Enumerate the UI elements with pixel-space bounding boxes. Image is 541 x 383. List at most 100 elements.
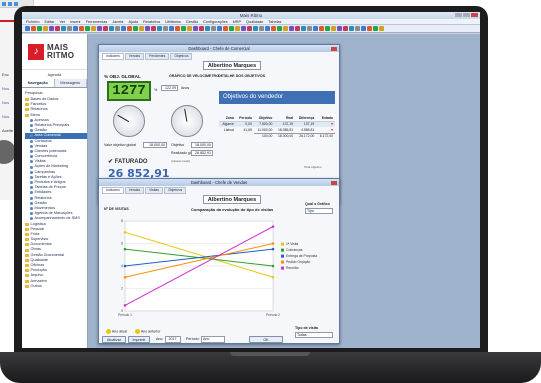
panel2-refresh-button[interactable]: Atualizar	[102, 336, 126, 343]
toolbar-tool-icon[interactable]	[79, 26, 84, 31]
toolbar-tool-icon[interactable]	[139, 26, 144, 31]
toolbar-tool-icon[interactable]	[85, 26, 90, 31]
menu-item[interactable]: Janela	[112, 20, 123, 24]
menu-item[interactable]: Inserir	[70, 20, 81, 24]
panel2-period-select[interactable]: Ano	[201, 336, 225, 343]
toolbar-tool-icon[interactable]	[127, 26, 132, 31]
toolbar-tool-icon[interactable]	[253, 26, 258, 31]
toolbar-tool-icon[interactable]	[193, 26, 198, 31]
panel-tab[interactable]: Visitas	[145, 187, 164, 194]
panel2-close-button[interactable]	[331, 180, 337, 185]
panel-tab[interactable]: Objetivos	[164, 187, 187, 194]
menu-item[interactable]: Ajuda	[128, 20, 138, 24]
toolbar-tool-icon[interactable]	[55, 26, 60, 31]
toolbar-tool-icon[interactable]	[271, 26, 276, 31]
menu-item[interactable]: MRP	[233, 20, 241, 24]
toolbar-tool-icon[interactable]	[379, 26, 384, 31]
panel2-print-button[interactable]: Imprimir	[128, 336, 150, 343]
toolbar-tool-icon[interactable]	[301, 26, 306, 31]
panel-tab[interactable]: Pendentes	[145, 53, 170, 60]
toolbar-tool-icon[interactable]	[157, 26, 162, 31]
toolbar-tool-icon[interactable]	[67, 26, 72, 31]
menu-item[interactable]: Relatórios	[143, 20, 160, 24]
toolbar-tool-icon[interactable]	[235, 26, 240, 31]
toolbar-tool-icon[interactable]	[313, 26, 318, 31]
panel2-ok-button[interactable]: OK	[249, 336, 283, 343]
toolbar-tool-icon[interactable]	[259, 26, 264, 31]
menu-item[interactable]: Qualidade	[246, 20, 263, 24]
nav-tree-item-label: Outros	[30, 283, 42, 288]
toolbar-tool-icon[interactable]	[277, 26, 282, 31]
toolbar-tool-icon[interactable]	[91, 26, 96, 31]
toolbar-tool-icon[interactable]	[43, 26, 48, 31]
panel2-year-select[interactable]: 2017	[165, 336, 181, 343]
toolbar-tool-icon[interactable]	[331, 26, 336, 31]
menu-item[interactable]: Ferramentas	[86, 20, 108, 24]
panel-tab[interactable]: Indicares	[102, 53, 124, 60]
close-button[interactable]	[471, 13, 478, 17]
toolbar-tool-icon[interactable]	[325, 26, 330, 31]
menu-item[interactable]: Tabelas	[268, 20, 281, 24]
toolbar-tool-icon[interactable]	[319, 26, 324, 31]
toolbar-tool-icon[interactable]	[307, 26, 312, 31]
toolbar-tool-icon[interactable]	[241, 26, 246, 31]
toolbar-tool-icon[interactable]	[115, 26, 120, 31]
menu-item[interactable]: Configurações	[203, 20, 227, 24]
toolbar-tool-icon[interactable]	[289, 26, 294, 31]
toolbar-tool-icon[interactable]	[205, 26, 210, 31]
toolbar-tool-icon[interactable]	[187, 26, 192, 31]
toolbar-tool-icon[interactable]	[133, 26, 138, 31]
toolbar-tool-icon[interactable]	[169, 26, 174, 31]
year-value-field[interactable]: 122,09	[161, 85, 178, 91]
toolbar-tool-icon[interactable]	[223, 26, 228, 31]
toolbar-tool-icon[interactable]	[37, 26, 42, 31]
toolbar-tool-icon[interactable]	[217, 26, 222, 31]
toolbar-tool-icon[interactable]	[31, 26, 36, 31]
toolbar-tool-icon[interactable]	[343, 26, 348, 31]
toolbar-tool-icon[interactable]	[229, 26, 234, 31]
toolbar-tool-icon[interactable]	[73, 26, 78, 31]
toolbar-tool-icon[interactable]	[337, 26, 342, 31]
panel1-close-button[interactable]	[331, 46, 337, 51]
toolbar-tool-icon[interactable]	[265, 26, 270, 31]
toolbar-tool-icon[interactable]	[349, 26, 354, 31]
panel-tab[interactable]: Indicares	[102, 187, 124, 194]
toolbar-tool-icon[interactable]	[175, 26, 180, 31]
panel-tab[interactable]: Vendas	[124, 187, 145, 194]
toolbar-tool-icon[interactable]	[151, 26, 156, 31]
item-icon	[30, 196, 33, 200]
toolbar-tool-icon[interactable]	[163, 26, 168, 31]
toolbar-tool-icon[interactable]	[211, 26, 216, 31]
toolbar-tool-icon[interactable]	[295, 26, 300, 31]
nav-tree-item[interactable]: Outros	[25, 284, 87, 289]
toolbar-tool-icon[interactable]	[199, 26, 204, 31]
toolbar-tool-icon[interactable]	[283, 26, 288, 31]
menu-item[interactable]: Ver	[59, 20, 65, 24]
menu-item[interactable]: Utilitários	[165, 20, 181, 24]
tab-messages[interactable]: Mensagens	[54, 79, 87, 87]
chart-type-select[interactable]: Tipo	[305, 208, 333, 214]
toolbar-tool-icon[interactable]	[247, 26, 252, 31]
panel-tab[interactable]: Vendas	[124, 53, 145, 60]
menu-item[interactable]: Gestão	[186, 20, 198, 24]
toolbar-tool-icon[interactable]	[25, 26, 30, 31]
maximize-button[interactable]	[463, 13, 470, 17]
toolbar-tool-icon[interactable]	[181, 26, 186, 31]
toolbar-tool-icon[interactable]	[109, 26, 114, 31]
toolbar-tool-icon[interactable]	[49, 26, 54, 31]
toolbar-tool-icon[interactable]	[61, 26, 66, 31]
toolbar-tool-icon[interactable]	[373, 26, 378, 31]
panel-tab[interactable]: Objetivos	[170, 53, 193, 60]
toolbar-tool-icon[interactable]	[367, 26, 372, 31]
menu-item[interactable]: Ficheiro	[26, 20, 40, 24]
toolbar-tool-icon[interactable]	[145, 26, 150, 31]
tab-navigation[interactable]: Navegação	[22, 79, 55, 87]
toolbar-tool-icon[interactable]	[103, 26, 108, 31]
toolbar-tool-icon[interactable]	[97, 26, 102, 31]
visit-type-select[interactable]: Todas	[295, 332, 333, 338]
minimize-button[interactable]	[455, 13, 462, 17]
toolbar-tool-icon[interactable]	[361, 26, 366, 31]
toolbar-tool-icon[interactable]	[355, 26, 360, 31]
toolbar-tool-icon[interactable]	[121, 26, 126, 31]
menu-item[interactable]: Editar	[45, 20, 55, 24]
